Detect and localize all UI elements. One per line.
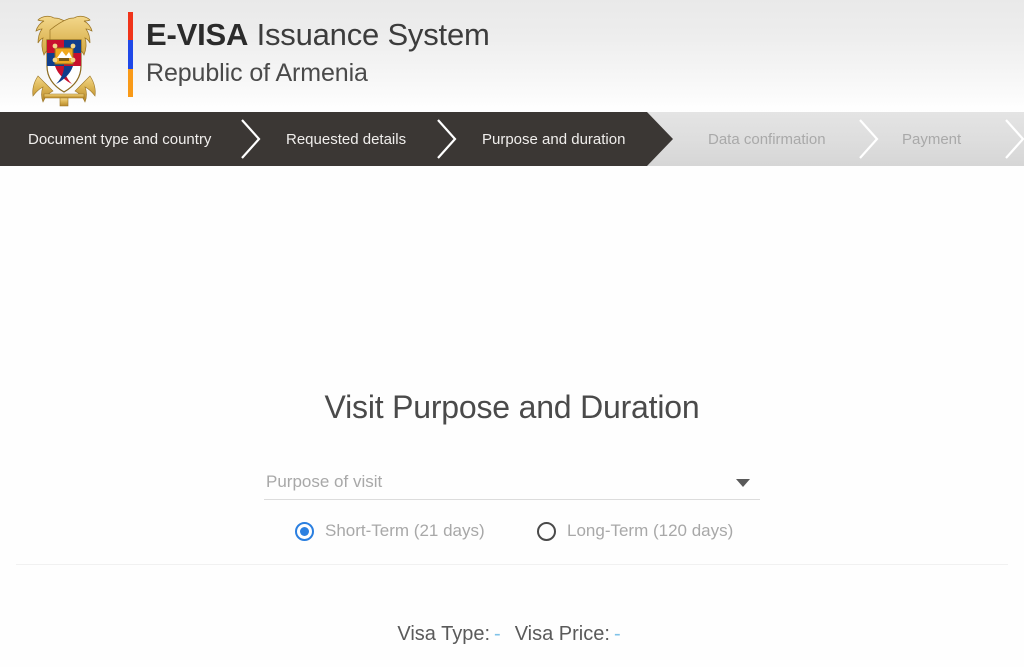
app-title-rest: Issuance System: [248, 17, 490, 52]
flag-stripe-red: [128, 12, 133, 41]
visa-price-value: -: [613, 623, 621, 645]
app-title: E-VISA Issuance System: [146, 14, 490, 56]
chevron-right-icon: [238, 117, 264, 161]
purpose-of-visit-select[interactable]: Purpose of visit: [264, 468, 760, 500]
duration-radio-group: Short-Term (21 days) Long-Term (120 days…: [0, 516, 1024, 546]
flag-stripe-orange: [128, 68, 133, 97]
radio-option-long-term[interactable]: Long-Term (120 days): [537, 516, 733, 546]
stepper-step-document-type[interactable]: Document type and country: [28, 112, 211, 166]
main-content: Visit Purpose and Duration Purpose of vi…: [0, 166, 1024, 667]
visa-type-label: Visa Type:: [397, 623, 491, 645]
chevron-right-icon: [856, 117, 882, 161]
armenia-coat-of-arms-icon: [14, 6, 114, 108]
purpose-of-visit-value: Purpose of visit: [266, 472, 383, 491]
chevron-down-icon[interactable]: [736, 479, 750, 487]
visa-price-label: Visa Price:: [514, 623, 610, 645]
stepper-step-purpose-duration[interactable]: Purpose and duration: [482, 112, 625, 166]
page-title: Visit Purpose and Duration: [324, 389, 700, 425]
stepper-step-label: Data confirmation: [708, 130, 826, 148]
stepper-step-label: Purpose and duration: [482, 130, 626, 148]
section-divider-top: [16, 564, 1008, 565]
app-subtitle: Republic of Armenia: [146, 59, 368, 87]
stepper-step-requested-details[interactable]: Requested details: [286, 112, 406, 166]
visa-type-value: -: [494, 623, 501, 645]
stepper-step-label: Requested details: [286, 130, 407, 148]
radio-icon-checked[interactable]: [295, 521, 314, 541]
visa-summary: Visa Type: - Visa Price: -: [0, 619, 1024, 649]
stepper-step-label: Document type and country: [28, 130, 212, 148]
chevron-right-icon: [434, 117, 460, 161]
flag-stripe-blue: [128, 40, 133, 69]
chevron-right-icon: [1002, 117, 1024, 161]
app-header: E-VISA Issuance System Republic of Armen…: [0, 0, 1024, 112]
radio-option-label: Long-Term (120 days): [567, 521, 734, 540]
stepper-step-data-confirmation[interactable]: Data confirmation: [708, 112, 826, 166]
radio-option-label: Short-Term (21 days): [325, 521, 485, 540]
stepper-step-label: Payment: [902, 130, 962, 148]
stepper-current-arrowhead: [647, 112, 673, 166]
progress-stepper: Document type and country Requested deta…: [0, 112, 1024, 166]
armenian-tricolor-bar-icon: [128, 12, 133, 97]
stepper-step-payment[interactable]: Payment: [902, 112, 961, 166]
app-brand: E-VISA: [146, 17, 249, 52]
radio-icon-unchecked[interactable]: [537, 521, 556, 541]
radio-option-short-term[interactable]: Short-Term (21 days): [295, 516, 485, 546]
app-title-block: E-VISA Issuance System Republic of Armen…: [146, 14, 490, 90]
